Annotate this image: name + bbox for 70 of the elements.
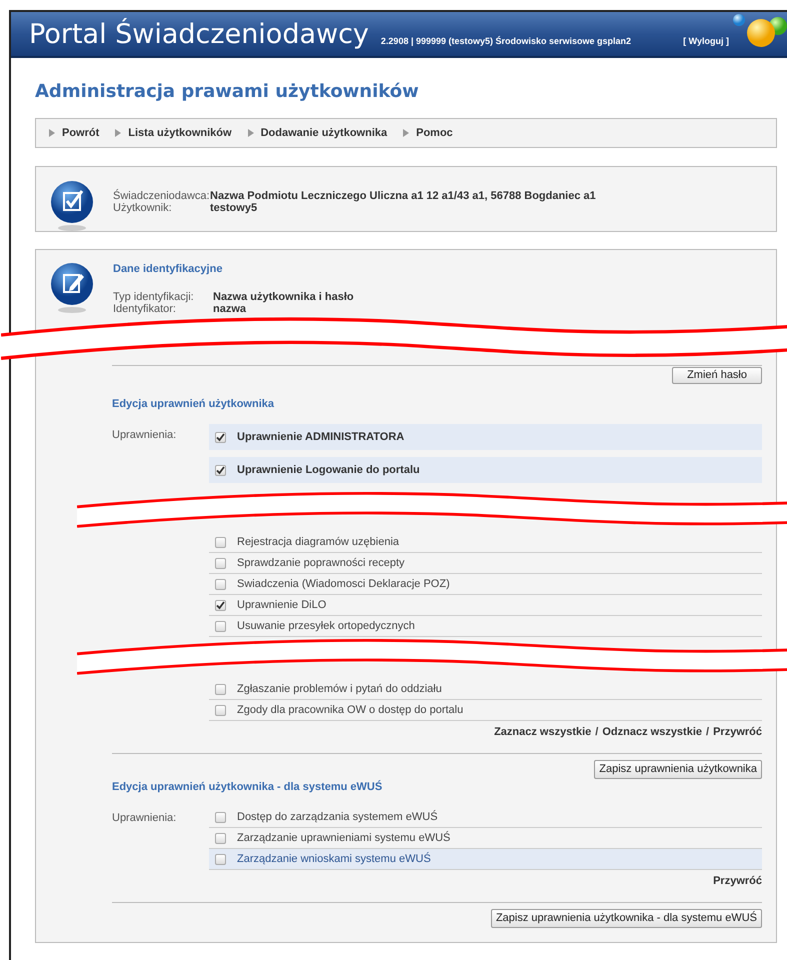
portal-title: Portal Świadczeniodawcy — [29, 17, 369, 52]
checkbox[interactable] — [215, 854, 226, 864]
page-title: Administracja prawami użytkowników — [35, 80, 420, 104]
permission-label: Zarządzanie wnioskami systemu eWUŚ — [237, 851, 431, 867]
permission-row[interactable]: Sprawdzanie poprawności recepty — [209, 553, 762, 574]
permission-label: Usuwanie przesyłek ortopedycznych — [237, 618, 415, 634]
field-value: nazwa — [213, 302, 248, 314]
triangle-icon — [49, 129, 55, 137]
action-link[interactable]: Przywróć — [713, 724, 762, 740]
section-title: Edycja uprawnień użytkownika - dla systemu eWUŚ — [112, 779, 384, 794]
section-title: Edycja uprawnień użytkownika — [112, 396, 275, 412]
permissions-label: Uprawnienia: — [112, 811, 178, 826]
action-link[interactable]: Odznacz wszystkie — [602, 724, 702, 740]
triangle-icon — [403, 129, 410, 137]
permission-row[interactable]: Rejestracja diagramów uzębienia — [209, 532, 762, 553]
nav-link[interactable]: Pomoc — [403, 124, 453, 142]
field-label: Użytkownik: — [113, 202, 173, 214]
permission-row[interactable]: Uprawnienie Logowanie do portalu — [209, 457, 762, 483]
permission-row[interactable]: Usuwanie przesyłek ortopedycznych — [209, 616, 762, 637]
nav-link[interactable]: Dodawanie użytkownika — [248, 124, 388, 142]
permission-label: Dostęp do zarządzania systemem eWUŚ — [237, 809, 438, 825]
checkbox[interactable] — [215, 432, 226, 442]
permissions-label: Uprawnienia: — [112, 428, 178, 443]
permission-row[interactable]: Uprawnienie DiLO — [209, 595, 762, 616]
permission-row[interactable]: Zarządzanie wnioskami systemu eWUŚ — [209, 849, 762, 870]
field-value: Nazwa użytkownika i hasło — [213, 290, 354, 302]
logout-link[interactable]: [ Wyloguj ] — [683, 34, 729, 48]
nav-link[interactable]: Lista użytkowników — [115, 124, 232, 142]
triangle-icon — [115, 129, 122, 137]
checkbox[interactable] — [215, 600, 226, 610]
link-separator: / — [706, 725, 710, 740]
checkbox[interactable] — [215, 536, 226, 548]
permission-label: Zgłaszanie problemów i pytań do oddziału — [237, 682, 442, 697]
permission-label: Uprawnienie DiLO — [237, 598, 326, 613]
checkbox[interactable] — [215, 832, 226, 844]
field-label: Świadczeniodawca: — [113, 190, 210, 202]
permission-label: Uprawnienie ADMINISTRATORA — [237, 430, 404, 445]
change-password-button[interactable]: Zmień hasło — [672, 366, 762, 384]
permission-label: Rejestracja diagramów uzębienia — [237, 534, 400, 550]
checkbox[interactable] — [215, 578, 226, 590]
nav-link[interactable]: Powrót — [49, 124, 100, 142]
permission-row[interactable]: Uprawnienie ADMINISTRATORA — [209, 424, 762, 450]
permission-row[interactable]: Dostęp do zarządzania systemem eWUŚ — [209, 807, 762, 828]
permission-label: Uprawnienie Logowanie do portalu — [237, 462, 420, 478]
checkbox[interactable] — [215, 620, 226, 632]
field-label: Typ identyfikacji: — [113, 290, 195, 302]
save-button[interactable]: Zapisz uprawnienia użytkownika - dla systemu eWUŚ — [490, 908, 762, 928]
edit-document-icon — [50, 262, 94, 314]
field-value: Nazwa Podmiotu Leczniczego Uliczna a1 12 a1/43 a1, 56788 Bogdaniec a1 — [210, 190, 596, 202]
field-value: testowy5 — [210, 202, 258, 214]
section-title: Dane identyfikacyjne — [113, 262, 224, 277]
checkbox[interactable] — [215, 464, 226, 476]
permission-label: Sprawdzanie poprawności recepty — [237, 556, 405, 571]
permission-row[interactable]: Swiadczenia (Wiadomosci Deklaracje POZ) — [209, 574, 762, 595]
triangle-icon — [248, 129, 254, 137]
field-label: Identyfikator: — [113, 302, 177, 314]
permission-label: Zgody dla pracownika OW o dostęp do portalu — [237, 702, 464, 718]
checkbox[interactable] — [215, 684, 226, 694]
permission-row[interactable]: Zgody dla pracownika OW o dostęp do portalu — [209, 700, 762, 721]
action-link[interactable]: Przywróć — [713, 873, 762, 890]
checkbox[interactable] — [215, 558, 226, 568]
checkbox[interactable] — [215, 812, 226, 822]
session-info: 2.2908 | 999999 (testowy5) Środowisko serwisowe gsplan2 — [380, 34, 632, 48]
permission-label: Swiadczenia (Wiadomosci Deklaracje POZ) — [237, 576, 450, 592]
link-separator: / — [595, 725, 598, 740]
action-link[interactable]: Zaznacz wszystkie — [494, 724, 592, 740]
checkbox[interactable] — [215, 704, 226, 716]
permission-row[interactable]: Zgłaszanie problemów i pytań do oddziału — [209, 679, 762, 700]
save-button[interactable]: Zapisz uprawnienia użytkownika — [594, 760, 762, 778]
permission-label: Zarządzanie uprawnieniami systemu eWUŚ — [237, 830, 450, 846]
